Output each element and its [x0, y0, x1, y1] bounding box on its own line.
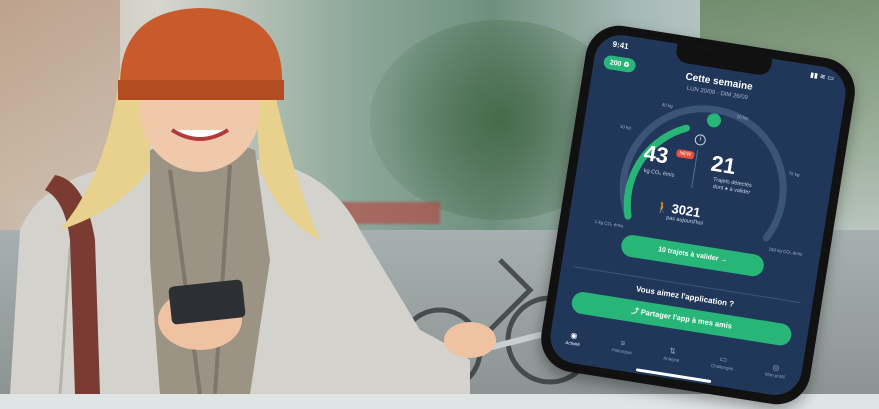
app-screen: 9:41 ▮▮ ≋ ▭ 200 ♻ Cette semaine LUN 20/0…: [546, 31, 850, 399]
challenges-icon: ▭: [718, 354, 728, 365]
tab-history[interactable]: ≡ Historique: [610, 337, 634, 366]
phone-mockup: 9:41 ▮▮ ≋ ▭ 200 ♻ Cette semaine LUN 20/0…: [536, 20, 860, 409]
status-icons: ▮▮ ≋ ▭: [809, 71, 835, 83]
tab-label: Mon profil: [764, 371, 785, 380]
co2-value: 43: [642, 139, 671, 169]
tab-challenges[interactable]: ▭ Challenges: [709, 353, 735, 382]
share-button-label: Partager l'app à mes amis: [640, 307, 733, 331]
walking-icon: 🚶: [654, 201, 671, 216]
tab-label: Analyse: [663, 355, 680, 363]
tab-analysis[interactable]: ⇅ Analyse: [661, 346, 681, 374]
trips-value: 21: [709, 150, 738, 180]
status-time: 9:41: [611, 39, 630, 52]
tab-label: Challenges: [710, 362, 734, 372]
tab-activity[interactable]: ◉ Activité: [563, 330, 581, 358]
gauge-marker: [707, 113, 722, 128]
tab-label: Historique: [611, 347, 633, 356]
tab-profile[interactable]: ◎ Mon profil: [763, 362, 787, 391]
analysis-icon: ⇅: [668, 346, 677, 357]
activity-icon: ◉: [569, 330, 579, 341]
history-icon: ≡: [619, 338, 626, 349]
profile-icon: ◎: [771, 362, 781, 373]
woman-with-phone: [10, 8, 496, 394]
tab-label: Activité: [565, 339, 581, 348]
